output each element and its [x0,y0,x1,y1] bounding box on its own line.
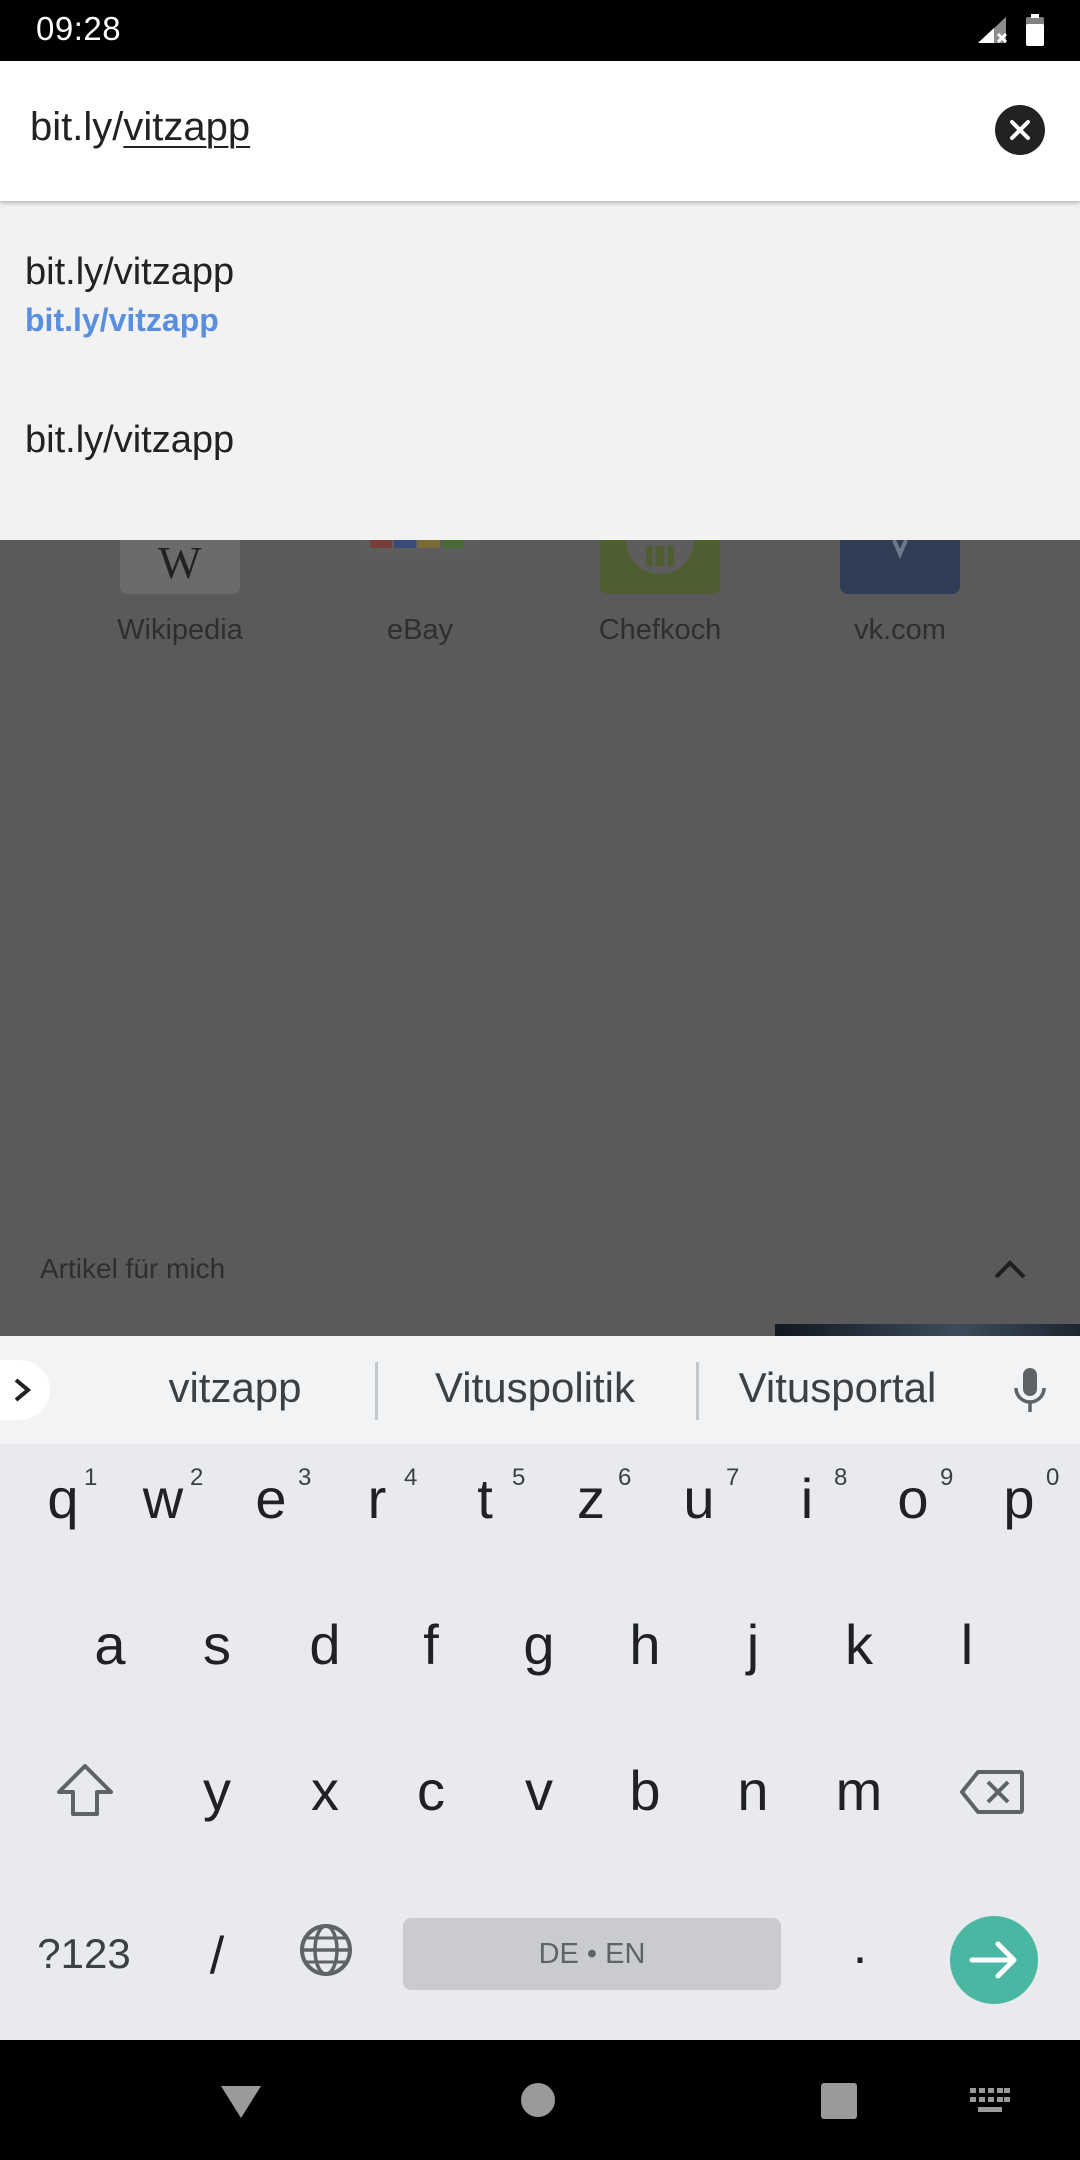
url-typed: vitzapp [123,105,251,149]
key-c[interactable]: c [386,1758,476,1823]
key-j[interactable]: j [708,1612,798,1677]
keyboard-suggestion[interactable]: vitzapp [110,1364,360,1412]
slash-key[interactable]: / [192,1926,242,1986]
period-key[interactable]: . [840,1916,880,1976]
suggestion-url: bit.ly/vitzapp [25,302,219,338]
recents-square-icon [821,2083,857,2119]
article-thumbnail [775,1324,1080,1336]
key-r[interactable]: r4 [332,1464,422,1531]
key-p[interactable]: p0 [974,1464,1064,1531]
key-h[interactable]: h [600,1612,690,1677]
articles-label: Artikel für mich [40,1253,226,1284]
backspace-icon [960,1770,1024,1814]
globe-icon [300,1924,352,1976]
battery-icon [1026,14,1044,51]
suggestion-title: bit.ly/vitzapp [25,251,235,293]
key-d[interactable]: d [280,1612,370,1677]
soft-keyboard: vitzapp Vituspolitik Vitusportal q1 w2 e… [0,1336,1080,2040]
key-a[interactable]: a [65,1612,155,1677]
chevron-up-icon[interactable] [990,1255,1030,1290]
chevron-right-icon [14,1378,32,1402]
key-b[interactable]: b [600,1758,690,1823]
status-icons [976,14,1044,51]
key-k[interactable]: k [814,1612,904,1677]
key-q[interactable]: q1 [18,1464,108,1531]
back-button[interactable] [219,2084,263,2125]
tile-label: Chefkoch [598,614,722,646]
key-f[interactable]: f [386,1612,476,1677]
keyboard-suggestion-strip: vitzapp Vituspolitik Vitusportal [0,1336,1080,1444]
tile-vk[interactable]: vk.com [780,540,1020,647]
keyboard-suggestion[interactable]: Vituspolitik [395,1364,675,1412]
tile-chefkoch[interactable]: Chefkoch [540,540,780,647]
microphone-icon[interactable] [1010,1366,1050,1421]
key-n[interactable]: n [708,1758,798,1823]
key-v[interactable]: v [494,1758,584,1823]
omnibox-suggestions: bit.ly/vitzapp bit.ly/vitzapp bit.ly/vit… [0,201,1080,540]
key-x[interactable]: x [280,1758,370,1823]
url-input[interactable]: bit.ly/vitzapp [30,105,250,150]
key-s[interactable]: s [172,1612,262,1677]
tile-wikipedia[interactable]: W Wikipedia [60,537,300,647]
key-i[interactable]: i8 [762,1464,852,1531]
suggestion-divider [696,1362,699,1420]
key-y[interactable]: y [172,1758,262,1823]
key-z[interactable]: z6 [546,1464,636,1531]
signal-no-data-icon [976,15,1010,50]
backspace-key[interactable] [952,1768,1032,1828]
symbols-key[interactable]: ?123 [28,1930,140,1978]
key-w[interactable]: w2 [118,1464,208,1531]
key-o[interactable]: o9 [868,1464,958,1531]
status-time: 09:28 [36,10,122,47]
wikipedia-icon: W [120,537,240,594]
home-circle-icon [521,2083,555,2117]
space-label: DE • EN [538,1938,646,1970]
status-bar: 09:28 [0,0,1080,61]
suggestion-item[interactable]: bit.ly/vitzapp [25,419,234,462]
vk-icon [840,540,960,594]
space-key[interactable]: DE • EN [403,1918,781,1990]
key-e[interactable]: e3 [226,1464,316,1531]
url-prefix: bit.ly/ [30,105,124,149]
tile-ebay[interactable]: eBay [300,540,540,647]
tile-label: Wikipedia [117,614,243,646]
chef-hat-icon [600,540,720,594]
key-g[interactable]: g [494,1612,584,1677]
clear-url-button[interactable] [995,105,1045,155]
tile-label: vk.com [854,614,946,646]
keyboard-switch-button[interactable] [970,2088,1010,2119]
suggestion-title: bit.ly/vitzapp [25,419,235,461]
shift-key[interactable] [40,1762,130,1832]
key-l[interactable]: l [922,1612,1012,1677]
home-button[interactable] [520,2082,556,2123]
ebay-icon [360,540,480,560]
go-button[interactable] [950,1916,1038,2004]
suggestion-item[interactable]: bit.ly/vitzapp bit.ly/vitzapp [25,251,234,339]
system-nav-bar [0,2040,1080,2160]
key-t[interactable]: t5 [440,1464,530,1531]
close-icon [1010,120,1030,140]
expand-toolbar-button[interactable] [0,1360,50,1420]
key-m[interactable]: m [814,1758,904,1823]
tile-label: eBay [386,614,454,646]
suggestion-divider [375,1362,378,1420]
articles-header[interactable]: Artikel für mich [0,1235,1080,1305]
keyboard-suggestion[interactable]: Vitusportal [710,1364,965,1412]
key-u[interactable]: u7 [654,1464,744,1531]
back-triangle-icon [221,2086,261,2118]
shift-icon [57,1764,113,1816]
keyboard-icon [970,2088,1010,2112]
arrow-right-icon [969,1941,1017,1979]
recents-button[interactable] [820,2082,858,2125]
omnibox[interactable]: bit.ly/vitzapp [0,61,1080,201]
language-key[interactable] [296,1922,356,1986]
